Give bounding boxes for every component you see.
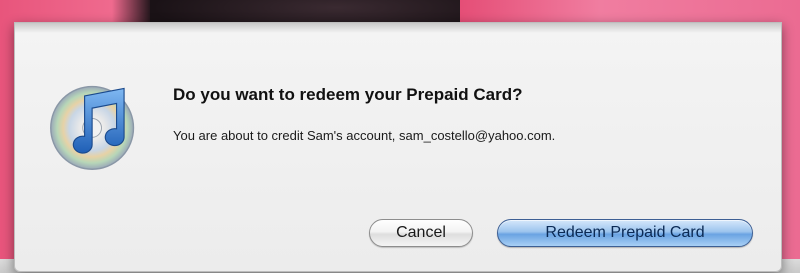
dialog-title: Do you want to redeem your Prepaid Card?	[173, 85, 523, 104]
itunes-icon	[50, 85, 135, 170]
sheet-shadow	[15, 23, 781, 33]
redeem-confirm-dialog: Do you want to redeem your Prepaid Card?…	[14, 22, 782, 272]
dialog-message: You are about to credit Sam's account, s…	[173, 128, 556, 143]
redeem-prepaid-card-button[interactable]: Redeem Prepaid Card	[497, 219, 753, 247]
cancel-button[interactable]: Cancel	[369, 219, 473, 247]
